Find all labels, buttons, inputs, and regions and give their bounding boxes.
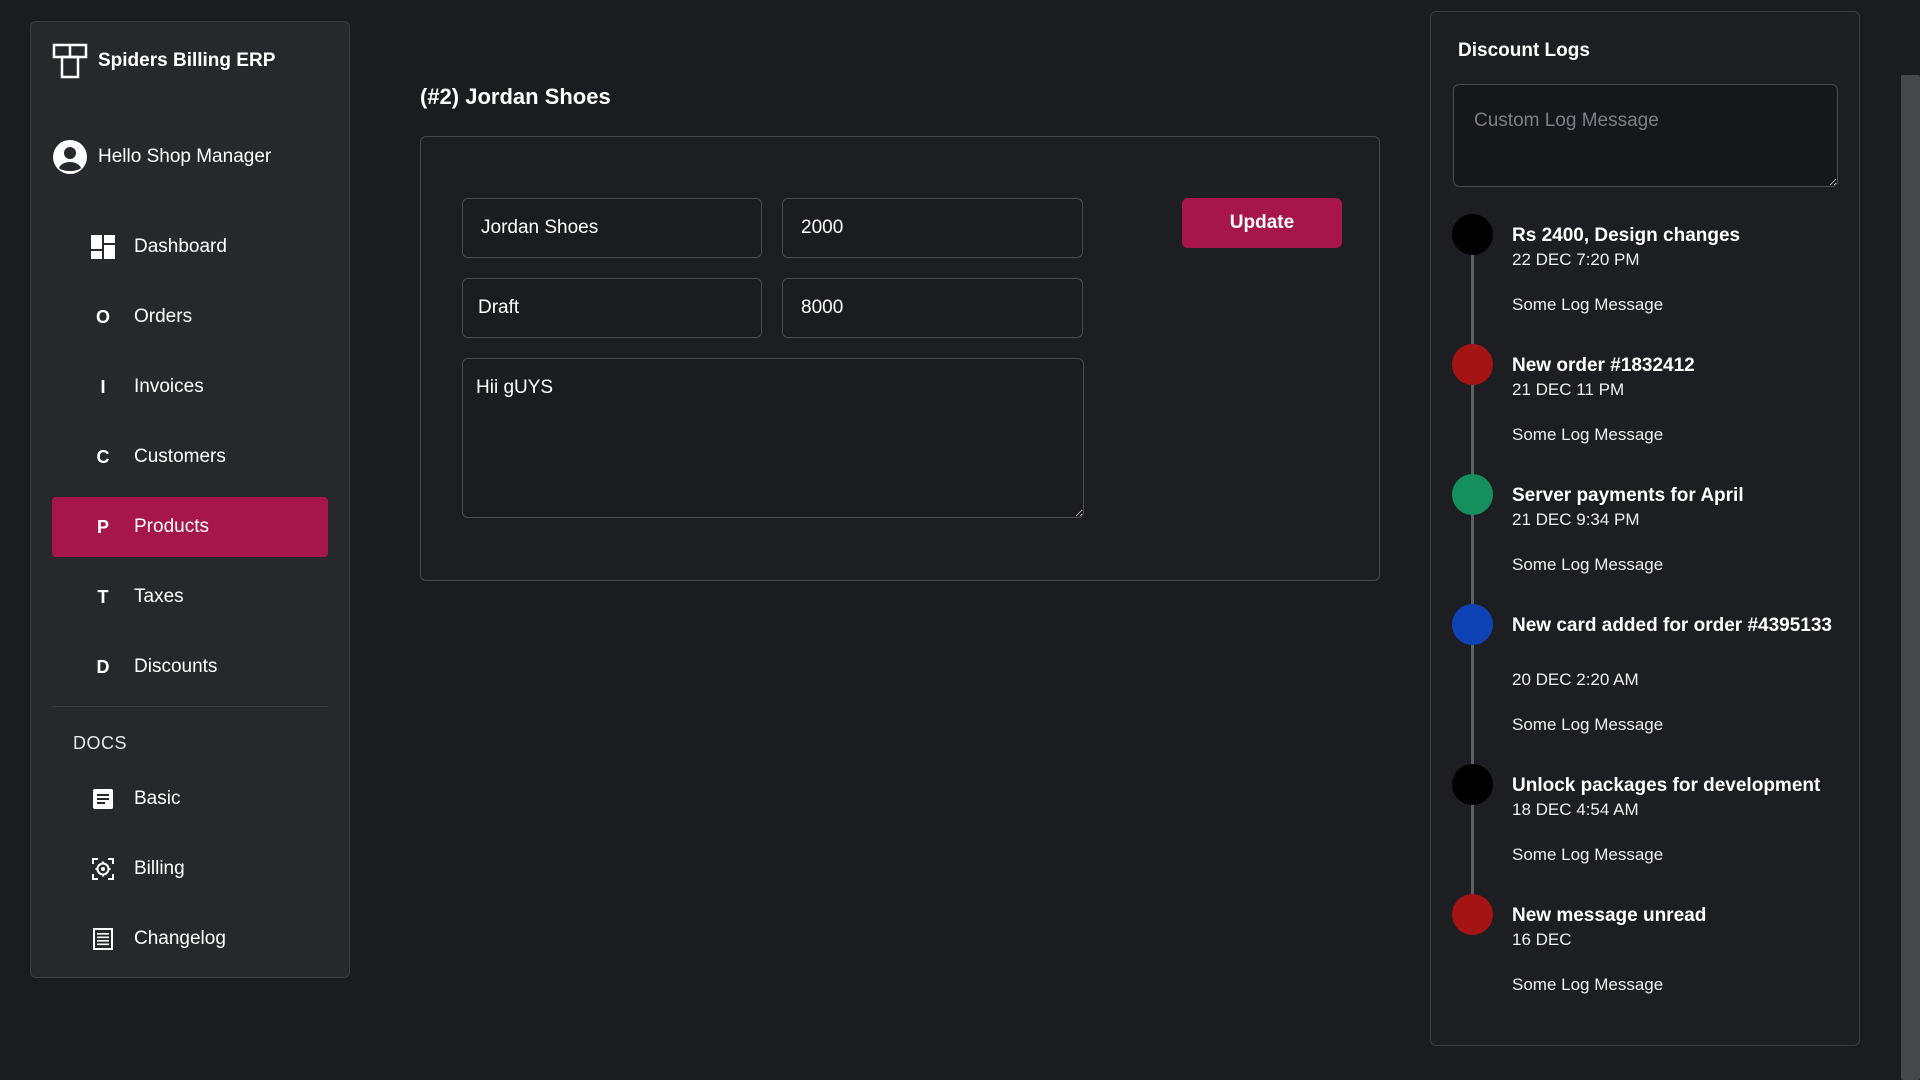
sidebar-item-label: Basic — [134, 788, 181, 809]
log-entry-time: 20 DEC 2:20 AM — [1512, 670, 1639, 689]
log-entry-message: Some Log Message — [1512, 715, 1664, 734]
timeline-dot-icon — [1452, 604, 1493, 645]
sidebar-item-label: Orders — [134, 306, 193, 327]
sidebar-item-label: Customers — [134, 446, 226, 467]
log-entry-time: 16 DEC — [1512, 930, 1572, 949]
letter-i-icon: I — [100, 376, 106, 397]
dashboard-icon — [86, 234, 120, 260]
log-entry-time: 21 DEC 11 PM — [1512, 380, 1625, 399]
log-entry-message: Some Log Message — [1512, 975, 1664, 994]
log-entry-message: Some Log Message — [1512, 845, 1664, 864]
log-timeline: Rs 2400, Design changes 22 DEC 7:20 PM S… — [1431, 12, 1859, 1045]
sidebar-item-billing[interactable]: Billing — [52, 839, 328, 899]
log-entry-title: New card added for order #4395133 — [1512, 615, 1832, 636]
sidebar: Spiders Billing ERP Hello Shop Manager D… — [30, 21, 350, 978]
scrollbar-thumb[interactable] — [1901, 75, 1920, 1080]
letter-p-icon: P — [96, 516, 109, 537]
logo-icon — [52, 43, 88, 79]
log-entry-message: Some Log Message — [1512, 295, 1664, 314]
log-entry-message: Some Log Message — [1512, 555, 1664, 574]
sidebar-item-label: Discounts — [134, 656, 218, 677]
log-entry-time: 21 DEC 9:34 PM — [1512, 510, 1640, 529]
sidebar-item-discounts[interactable]: D Discounts — [52, 637, 328, 697]
product-form-card: Hii gUYS Update — [420, 136, 1380, 581]
billing-gear-icon — [86, 857, 120, 881]
sidebar-item-products[interactable]: P Products — [52, 497, 328, 557]
letter-d-icon: D — [96, 656, 110, 677]
page-title: (#2) Jordan Shoes — [420, 84, 611, 109]
timeline-dot-icon — [1452, 764, 1493, 805]
update-button[interactable]: Update — [1182, 198, 1342, 248]
product-price-input[interactable] — [782, 198, 1083, 258]
sidebar-item-label: Invoices — [134, 376, 204, 397]
letter-t-icon: T — [97, 586, 109, 607]
discount-logs-panel: Discount Logs Rs 2400, Design changes 22… — [1430, 11, 1860, 1046]
product-stock-input[interactable] — [782, 278, 1083, 338]
log-entry-title: Unlock packages for development — [1512, 775, 1821, 796]
sidebar-item-label: Changelog — [134, 928, 226, 949]
timeline-line — [1471, 232, 1474, 922]
sidebar-item-dashboard[interactable]: Dashboard — [52, 217, 328, 277]
list-icon — [86, 928, 120, 950]
sidebar-item-invoices[interactable]: I Invoices — [52, 357, 328, 417]
log-entry-time: 18 DEC 4:54 AM — [1512, 800, 1639, 819]
timeline-dot-icon — [1452, 474, 1493, 515]
sidebar-nav: Dashboard O Orders I Invoices C Customer… — [52, 217, 328, 707]
sidebar-item-changelog[interactable]: Changelog — [52, 909, 328, 969]
letter-c-icon: C — [96, 446, 110, 467]
greeting-text: Hello Shop Manager — [98, 146, 272, 167]
log-entry-title: Rs 2400, Design changes — [1512, 225, 1741, 246]
sidebar-item-label: Dashboard — [134, 236, 227, 257]
app-name: Spiders Billing ERP — [98, 50, 276, 71]
document-icon — [86, 788, 120, 810]
timeline-dot-icon — [1452, 344, 1493, 385]
sidebar-item-customers[interactable]: C Customers — [52, 427, 328, 487]
log-entry-title: New order #1832412 — [1512, 355, 1695, 376]
sidebar-item-label: Taxes — [134, 586, 184, 607]
product-name-input[interactable] — [462, 198, 762, 258]
product-status-input[interactable] — [462, 278, 762, 338]
product-description-textarea[interactable]: Hii gUYS — [462, 358, 1084, 518]
docs-nav: Basic Billing Changelog — [52, 769, 328, 979]
log-entry-message: Some Log Message — [1512, 425, 1664, 444]
timeline-dot-icon — [1452, 894, 1493, 935]
sidebar-item-taxes[interactable]: T Taxes — [52, 567, 328, 627]
docs-section-header: DOCS — [73, 733, 128, 753]
user-greeting[interactable]: Hello Shop Manager — [52, 139, 271, 175]
letter-o-icon: O — [95, 306, 110, 327]
sidebar-item-label: Billing — [134, 858, 185, 879]
brand[interactable]: Spiders Billing ERP — [52, 42, 275, 80]
sidebar-item-label: Products — [134, 516, 209, 537]
timeline-dot-icon — [1452, 214, 1493, 255]
sidebar-divider — [52, 706, 328, 707]
log-entry-title: Server payments for April — [1512, 485, 1744, 506]
log-entry-time: 22 DEC 7:20 PM — [1512, 250, 1640, 269]
sidebar-item-basic[interactable]: Basic — [52, 769, 328, 829]
log-entry-title: New message unread — [1512, 905, 1707, 926]
user-avatar-icon — [53, 140, 87, 174]
sidebar-item-orders[interactable]: O Orders — [52, 287, 328, 347]
